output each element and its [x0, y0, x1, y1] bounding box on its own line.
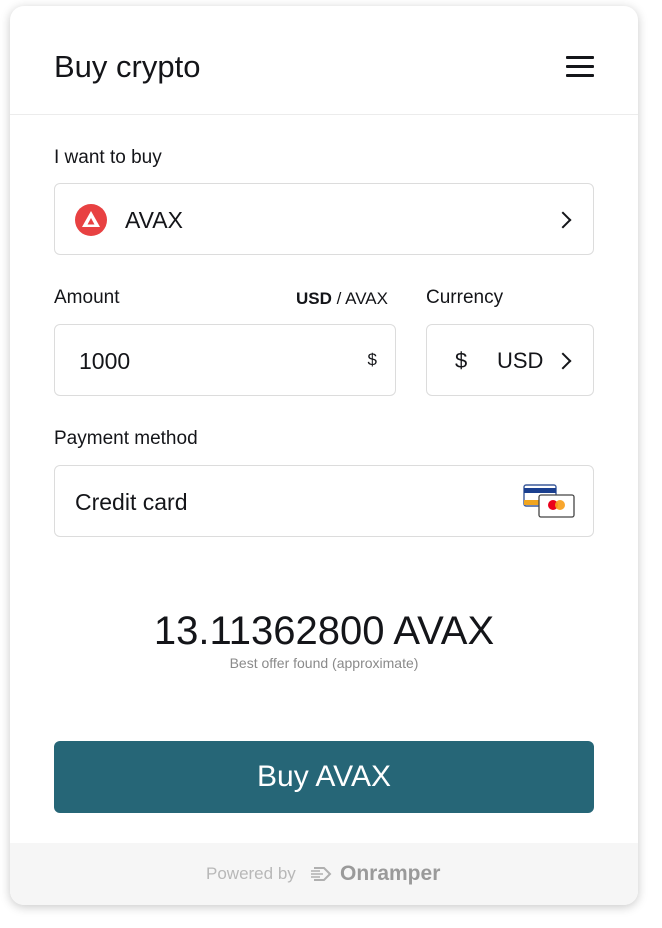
currency-selector[interactable]: $ USD [426, 324, 594, 396]
amount-unit-separator: / [331, 289, 346, 308]
amount-unit-avax[interactable]: AVAX [345, 289, 388, 308]
powered-by-text: Powered by [206, 864, 296, 883]
currency-label: Currency [426, 287, 504, 308]
asset-symbol: AVAX [125, 207, 183, 233]
payment-method-selector[interactable]: Credit card [54, 465, 594, 537]
currency-code: USD [497, 348, 544, 373]
amount-input[interactable]: 1000 $ [54, 324, 396, 396]
quote-note: Best offer found (approximate) [229, 655, 419, 671]
currency-symbol: $ [455, 348, 468, 373]
quote-amount: 13.11362800 AVAX [153, 609, 495, 653]
hamburger-menu-icon[interactable] [566, 56, 594, 78]
avalanche-logo-icon [75, 204, 107, 236]
amount-unit-usd[interactable]: USD [296, 289, 332, 308]
chevron-right-icon [554, 211, 572, 229]
payment-method-value: Credit card [75, 489, 188, 515]
buy-crypto-widget: Buy crypto I want to buy AVAX Amount USD… [10, 6, 638, 905]
asset-label: I want to buy [54, 147, 162, 168]
amount-currency-symbol: $ [367, 350, 377, 369]
onramper-logo-icon [311, 867, 332, 881]
credit-card-icon [523, 484, 575, 518]
page-title: Buy crypto [54, 49, 201, 84]
amount-unit-toggle[interactable]: USD / AVAX [296, 288, 388, 310]
amount-value: 1000 [79, 348, 131, 374]
widget-header: Buy crypto [10, 6, 638, 115]
asset-selector[interactable]: AVAX [54, 183, 594, 255]
footer: Powered by Onramper [10, 843, 638, 905]
onramper-brand[interactable]: Onramper [340, 861, 440, 887]
amount-label: Amount [54, 287, 120, 308]
payment-method-label: Payment method [54, 428, 198, 449]
chevron-right-icon [554, 352, 572, 370]
buy-button[interactable]: Buy AVAX [54, 741, 594, 813]
